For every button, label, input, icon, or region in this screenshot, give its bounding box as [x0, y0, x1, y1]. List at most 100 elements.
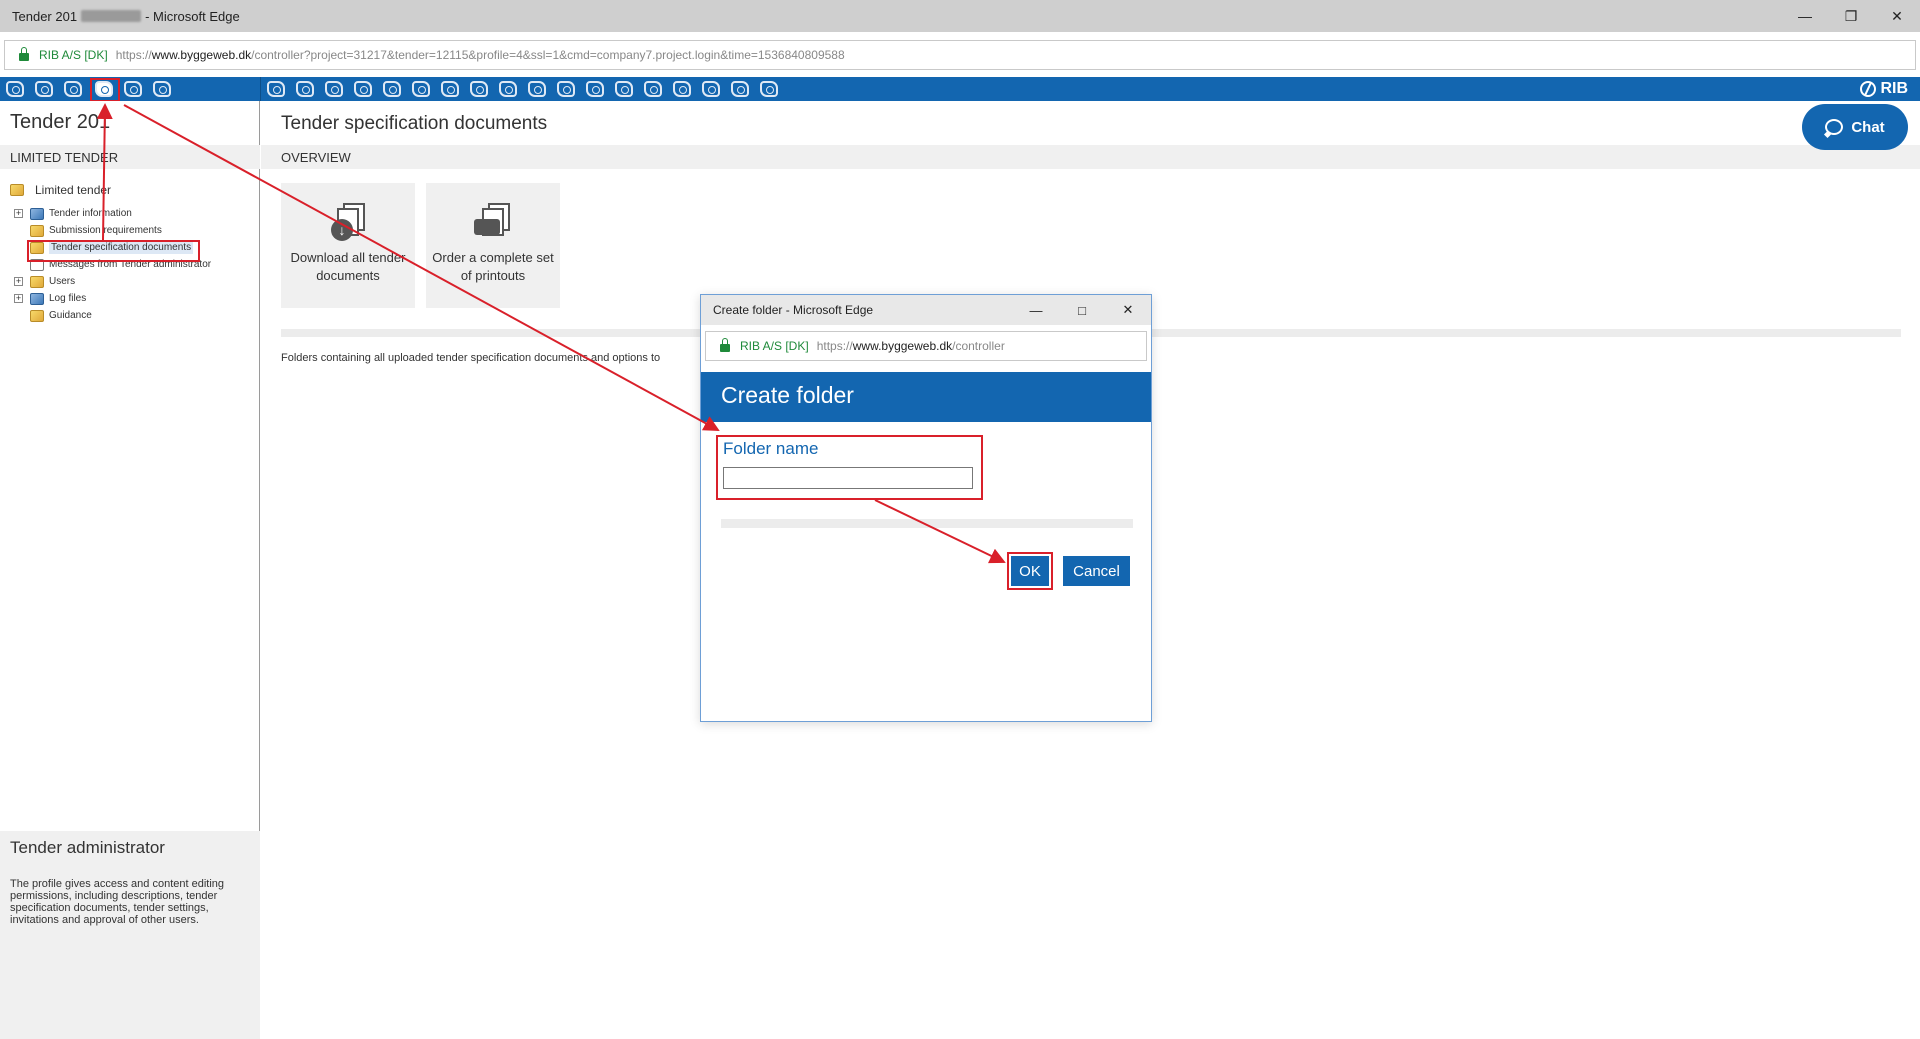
tree-root-label: Limited tender	[35, 183, 112, 197]
section-description: Folders containing all uploaded tender s…	[281, 352, 661, 364]
popup-titlebar: Create folder - Microsoft Edge — □ ✕	[701, 295, 1151, 325]
profile-title: Tender administrator	[10, 838, 165, 857]
tree-item-label: Guidance	[49, 310, 92, 321]
url-host: www.byggeweb.dk	[852, 339, 953, 353]
toolbar-icon-10[interactable]	[354, 81, 372, 97]
tree-item-guidance[interactable]: Guidance	[10, 307, 211, 324]
profile-description: The profile gives access and content edi…	[10, 878, 225, 926]
cancel-button[interactable]: Cancel	[1063, 556, 1130, 586]
app-toolbar: RIB	[0, 77, 1920, 101]
create-folder-window: Create folder - Microsoft Edge — □ ✕ RIB…	[700, 294, 1152, 722]
chat-button[interactable]: Chat	[1802, 104, 1908, 150]
toolbar-icon-17[interactable]	[557, 81, 575, 97]
tile-label: Download all tender documents	[290, 250, 406, 283]
highlight-ok-button	[1007, 552, 1053, 590]
site-identity: RIB A/S [DK]	[740, 339, 809, 353]
download-documents-icon: ↓	[329, 203, 367, 241]
toolbar-icon-13[interactable]	[441, 81, 459, 97]
tender-folder-icon	[10, 184, 24, 196]
expand-icon[interactable]: +	[14, 209, 23, 218]
url-host: www.byggeweb.dk	[151, 48, 252, 62]
download-all-tile[interactable]: ↓ Download all tender documents	[281, 183, 415, 308]
redacted-text	[81, 10, 142, 22]
dialog-separator	[721, 519, 1133, 528]
toolbar-icon-3[interactable]	[64, 81, 82, 97]
page-title: Tender specification documents	[281, 113, 548, 134]
tender-type: LIMITED TENDER	[0, 145, 260, 169]
close-icon[interactable]: ✕	[1105, 295, 1151, 325]
toolbar-icon-24[interactable]	[760, 81, 778, 97]
close-icon[interactable]: ✕	[1874, 0, 1920, 32]
tile-label: Order a complete set of printouts	[432, 250, 554, 283]
window-title-suffix: - Microsoft Edge	[145, 8, 240, 24]
toolbar-icon-12[interactable]	[412, 81, 430, 97]
toolbar-icon-1[interactable]	[6, 81, 24, 97]
expand-icon[interactable]: +	[14, 294, 23, 303]
restore-icon[interactable]: ❐	[1828, 0, 1874, 32]
expand-icon[interactable]: +	[14, 277, 23, 286]
url-path: /controller?project=31217&tender=12115&p…	[251, 48, 845, 62]
window-controls: — ❐ ✕	[1782, 0, 1920, 32]
toolbar-icon-8[interactable]	[296, 81, 314, 97]
highlight-folder-name	[716, 435, 983, 500]
highlight-toolbar-icon	[90, 78, 120, 102]
information-icon	[30, 207, 44, 220]
chat-label: Chat	[1851, 118, 1885, 136]
toolbar-icon-18[interactable]	[586, 81, 604, 97]
toolbar-icon-11[interactable]	[383, 81, 401, 97]
guidance-icon	[30, 309, 44, 322]
left-panel: Tender 201 LIMITED TENDER Limited tender…	[0, 101, 260, 1039]
tree-item-label: Submission requirements	[49, 225, 162, 236]
rib-logo-text: RIB	[1880, 80, 1908, 97]
site-identity: RIB A/S [DK]	[39, 48, 108, 62]
toolbar-icon-16[interactable]	[528, 81, 546, 97]
address-bar[interactable]: RIB A/S [DK] https:// www.byggeweb.dk /c…	[4, 40, 1916, 70]
tree-item-label: Log files	[49, 293, 87, 304]
highlight-tree-item	[27, 240, 200, 262]
url-path: /controller	[952, 339, 1005, 353]
tree-item-users[interactable]: + Users	[10, 273, 211, 290]
rib-logo-icon	[1860, 81, 1877, 97]
url-protocol: https://	[816, 339, 853, 353]
tender-title: Tender 201	[10, 111, 111, 133]
users-icon	[30, 275, 44, 288]
tree-item-tender-information[interactable]: + Tender information	[10, 205, 211, 222]
profile-info-panel: Tender administrator The profile gives a…	[0, 831, 260, 1039]
printer-icon	[474, 203, 512, 241]
toolbar-icon-5[interactable]	[124, 81, 142, 97]
minimize-icon[interactable]: —	[1013, 295, 1059, 325]
toolbar-icon-22[interactable]	[702, 81, 720, 97]
popup-title: Create folder - Microsoft Edge	[713, 303, 874, 317]
maximize-icon[interactable]: □	[1059, 295, 1105, 325]
toolbar-icon-2[interactable]	[35, 81, 53, 97]
toolbar-icon-9[interactable]	[325, 81, 343, 97]
dialog-header: Create folder	[701, 372, 1151, 422]
tree-root-limited-tender[interactable]: Limited tender	[10, 183, 211, 197]
toolbar-icon-21[interactable]	[673, 81, 691, 97]
tree-item-submission-requirements[interactable]: Submission requirements	[10, 222, 211, 239]
popup-address-bar: RIB A/S [DK] https:// www.byggeweb.dk /c…	[705, 331, 1147, 361]
window-title-prefix: Tender 201	[12, 8, 78, 24]
toolbar-separator	[260, 77, 261, 101]
popup-window-controls: — □ ✕	[1013, 295, 1151, 325]
toolbar-icon-14[interactable]	[470, 81, 488, 97]
tree-item-label: Users	[49, 276, 76, 287]
minimize-icon[interactable]: —	[1782, 0, 1828, 32]
tree-item-log-files[interactable]: + Log files	[10, 290, 211, 307]
toolbar-icon-15[interactable]	[499, 81, 517, 97]
url-protocol: https://	[115, 48, 152, 62]
chat-bubble-icon	[1825, 119, 1844, 135]
toolbar-icon-6[interactable]	[153, 81, 171, 97]
toolbar-icon-19[interactable]	[615, 81, 633, 97]
tree-item-label: Tender information	[49, 208, 132, 219]
rib-logo: RIB	[1860, 80, 1908, 98]
section-header: OVERVIEW	[261, 145, 1920, 169]
order-printouts-tile[interactable]: Order a complete set of printouts	[426, 183, 560, 308]
lock-icon	[720, 338, 730, 352]
toolbar-icon-23[interactable]	[731, 81, 749, 97]
lock-icon	[19, 47, 29, 61]
toolbar-icon-7[interactable]	[267, 81, 285, 97]
toolbar-icon-20[interactable]	[644, 81, 662, 97]
browser-titlebar: Tender 201 - Microsoft Edge — ❐ ✕	[0, 0, 1920, 32]
log-icon	[30, 292, 44, 305]
